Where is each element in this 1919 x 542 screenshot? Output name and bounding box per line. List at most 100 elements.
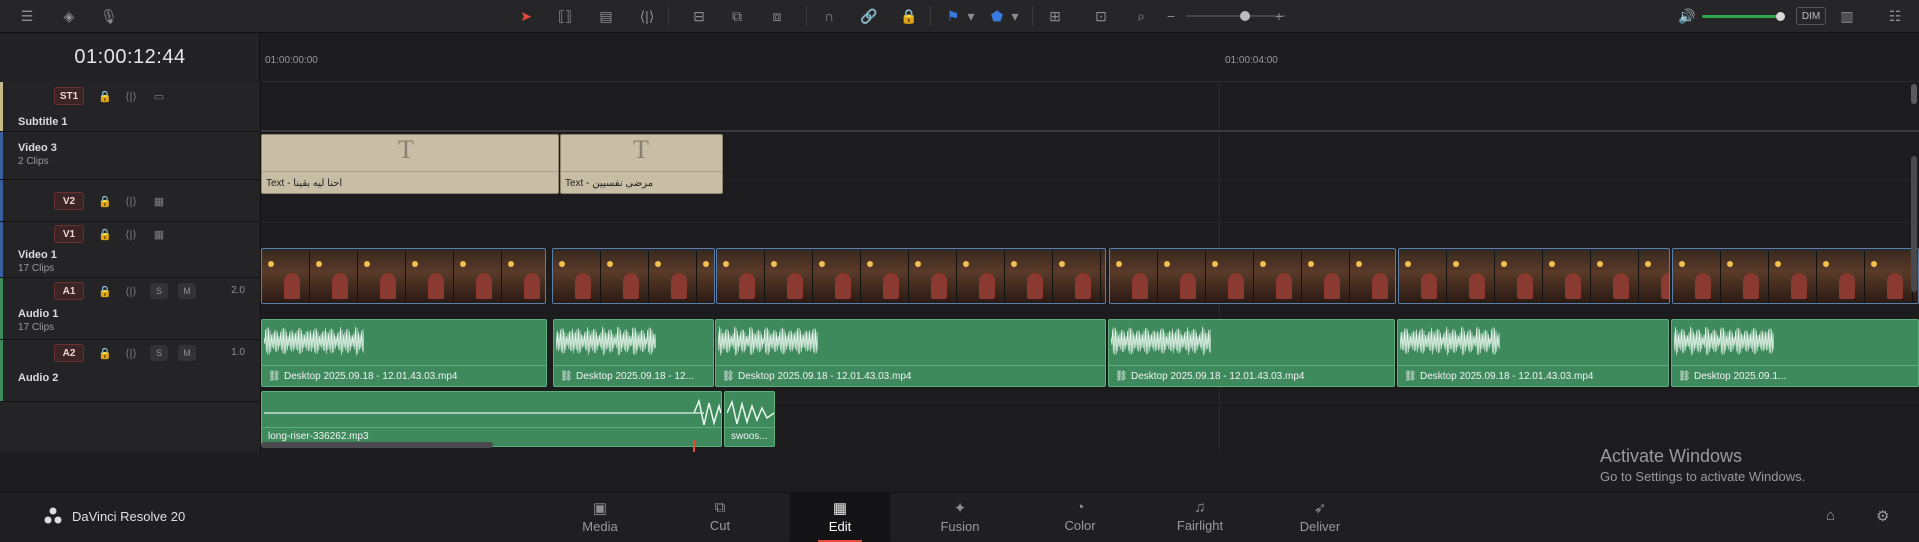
clip-thumbnail xyxy=(1591,251,1639,303)
tab-deliver[interactable]: ➶ Deliver xyxy=(1270,493,1370,542)
audio-clip[interactable]: ⛓ Desktop 2025.09.18 - 12.01.43.03.mp4 xyxy=(261,319,547,387)
track-name: Subtitle 1 xyxy=(18,116,68,128)
volume-slider-handle[interactable] xyxy=(1776,12,1785,21)
track-badge[interactable]: A1 xyxy=(54,282,84,300)
inspector-toggle-icon[interactable]: ☷ xyxy=(1884,6,1906,26)
audio-clip[interactable]: ⛓ Desktop 2025.09.18 - 12.01.43.03.mp4 xyxy=(715,319,1106,387)
track-header-video-3[interactable]: Video 3 2 Clips xyxy=(0,132,261,180)
zoom-detail-icon[interactable]: ⊡ xyxy=(1090,6,1112,26)
replace-clip-icon[interactable]: ⧈ xyxy=(766,6,788,26)
track-badge[interactable]: V1 xyxy=(54,225,84,243)
track-header-audio-2[interactable]: A2 🔒 ⟨|⟩ S M 1.0 Audio 2 xyxy=(0,340,261,402)
video-clip[interactable] xyxy=(552,248,715,304)
auto-select-icon[interactable]: ⟨|⟩ xyxy=(122,88,140,104)
clip-thumbnail xyxy=(1110,251,1158,303)
current-timecode[interactable]: 01:00:12:44 xyxy=(0,46,260,69)
tab-media[interactable]: ▣ Media xyxy=(550,493,650,542)
clip-thumbnail xyxy=(1302,251,1350,303)
lock-icon[interactable]: 🔒 xyxy=(96,345,114,361)
selection-tool-icon[interactable]: ➤ xyxy=(515,6,537,26)
video-clip[interactable] xyxy=(1672,248,1919,304)
audio-clip[interactable]: swoos... xyxy=(724,391,775,447)
video-clip[interactable] xyxy=(261,248,546,304)
speaker-icon[interactable]: 🔊 xyxy=(1676,6,1698,26)
track-header-audio-1[interactable]: A1 🔒 ⟨|⟩ S M 2.0 Audio 1 17 Clips xyxy=(0,278,261,340)
layers-icon[interactable]: ◈ xyxy=(58,6,80,26)
solo-button[interactable]: S xyxy=(150,283,168,299)
zoom-out-icon[interactable]: − xyxy=(1160,6,1182,26)
audio-clip[interactable]: ⛓ Desktop 2025.09.1... xyxy=(1671,319,1919,387)
film-icon[interactable]: ▦ xyxy=(150,193,168,209)
track-badge[interactable]: V2 xyxy=(54,192,84,210)
position-lock-icon[interactable]: 🔒 xyxy=(898,6,920,26)
zoom-full-icon[interactable]: ⊞ xyxy=(1044,6,1066,26)
auto-select-icon[interactable]: ⟨|⟩ xyxy=(122,193,140,209)
auto-select-icon[interactable]: ⟨|⟩ xyxy=(122,226,140,242)
volume-slider[interactable] xyxy=(1702,12,1785,21)
film-icon[interactable]: ▦ xyxy=(150,226,168,242)
tab-fairlight[interactable]: ♫ Fairlight xyxy=(1150,493,1250,542)
microphone-icon[interactable]: 🎙 xyxy=(98,6,120,26)
zoom-in-icon[interactable]: + xyxy=(1268,6,1290,26)
track-volume: 1.0 xyxy=(231,347,245,358)
linked-selection-icon[interactable]: 🔗 xyxy=(858,6,880,26)
auto-select-icon[interactable]: ⟨|⟩ xyxy=(122,283,140,299)
tab-color[interactable]: ◔ Color xyxy=(1030,493,1130,542)
audio-clip[interactable]: ⛓ Desktop 2025.09.18 - 12... xyxy=(553,319,714,387)
waveform xyxy=(264,398,721,426)
lock-icon[interactable]: 🔒 xyxy=(96,193,114,209)
timeline-view-options-icon[interactable]: ☰ xyxy=(16,6,38,26)
timeline-area[interactable]: T Text - احنا ليه بقينا T Text - مرضى نف… xyxy=(261,82,1919,452)
video-clip[interactable] xyxy=(716,248,1106,304)
lock-icon[interactable]: 🔒 xyxy=(96,283,114,299)
timeline-ruler[interactable]: 01:00:00:00 01:00:04:00 xyxy=(261,34,1919,82)
clip-label: Text - مرضى نفسيين xyxy=(565,178,654,189)
flag-dropdown-icon[interactable]: ▾ xyxy=(960,6,982,26)
settings-gear-icon[interactable]: ⚙ xyxy=(1876,507,1889,525)
blade-tool-icon[interactable]: ⟨|⟩ xyxy=(636,6,658,26)
auto-select-icon[interactable]: ⟨|⟩ xyxy=(122,345,140,361)
overwrite-clip-icon[interactable]: ⧉ xyxy=(726,6,748,26)
track-badge[interactable]: A2 xyxy=(54,344,84,362)
track-name: Audio 2 xyxy=(18,372,59,384)
track-badge[interactable]: ST1 xyxy=(54,87,84,105)
track-header-subtitle-1[interactable]: ST1 🔒 ⟨|⟩ ▭ Subtitle 1 xyxy=(0,82,261,132)
video-clip[interactable] xyxy=(1398,248,1670,304)
activate-windows-watermark: Activate Windows Go to Settings to activ… xyxy=(1600,446,1805,484)
vertical-scrollbar[interactable] xyxy=(1911,156,1917,292)
clip-thumbnail xyxy=(310,251,358,303)
text-clip[interactable]: T Text - مرضى نفسيين xyxy=(560,134,723,194)
clip-thumbnail xyxy=(1721,251,1769,303)
snapping-icon[interactable]: ∩ xyxy=(818,6,840,26)
lock-icon[interactable]: 🔒 xyxy=(96,88,114,104)
marker-dropdown-icon[interactable]: ▾ xyxy=(1004,6,1026,26)
tab-fusion[interactable]: ✦ Fusion xyxy=(910,493,1010,542)
mute-button[interactable]: M xyxy=(178,283,196,299)
horizontal-scrollbar[interactable] xyxy=(261,442,493,448)
lock-icon[interactable]: 🔒 xyxy=(96,226,114,242)
home-icon[interactable]: ⌂ xyxy=(1826,507,1835,524)
tab-edit[interactable]: ▦ Edit xyxy=(790,493,890,542)
insert-clip-icon[interactable]: ⊟ xyxy=(688,6,710,26)
trim-tool-icon[interactable]: ⟦⟧ xyxy=(554,6,576,26)
panel-toggle-icon[interactable]: ▥ xyxy=(1836,6,1858,26)
tab-cut[interactable]: ⧉ Cut xyxy=(670,493,770,542)
audio-clip[interactable]: ⛓ Desktop 2025.09.18 - 12.01.43.03.mp4 xyxy=(1108,319,1395,387)
track-header-video-1[interactable]: V1 🔒 ⟨|⟩ ▦ Video 1 17 Clips xyxy=(0,222,261,278)
subtitle-icon[interactable]: ▭ xyxy=(150,88,168,104)
audio-clip[interactable]: long-riser-336262.mp3 xyxy=(261,391,722,447)
zoom-slider-handle[interactable] xyxy=(1240,11,1250,21)
dynamic-trim-icon[interactable]: ▤ xyxy=(595,6,617,26)
solo-button[interactable]: S xyxy=(150,345,168,361)
video-clip[interactable] xyxy=(1109,248,1396,304)
playhead[interactable] xyxy=(693,440,695,452)
mute-button[interactable]: M xyxy=(178,345,196,361)
zoom-custom-icon[interactable]: ⌕ xyxy=(1130,6,1152,26)
track-clip-count: 2 Clips xyxy=(18,156,49,167)
audio-clip[interactable]: ⛓ Desktop 2025.09.18 - 12.01.43.03.mp4 xyxy=(1397,319,1669,387)
vertical-scrollbar-top[interactable] xyxy=(1911,84,1917,104)
color-icon: ◔ xyxy=(1075,499,1085,516)
text-clip[interactable]: T Text - احنا ليه بقينا xyxy=(261,134,559,194)
track-header-video-2[interactable]: V2 🔒 ⟨|⟩ ▦ xyxy=(0,180,261,222)
dim-button[interactable]: DIM xyxy=(1796,7,1826,25)
